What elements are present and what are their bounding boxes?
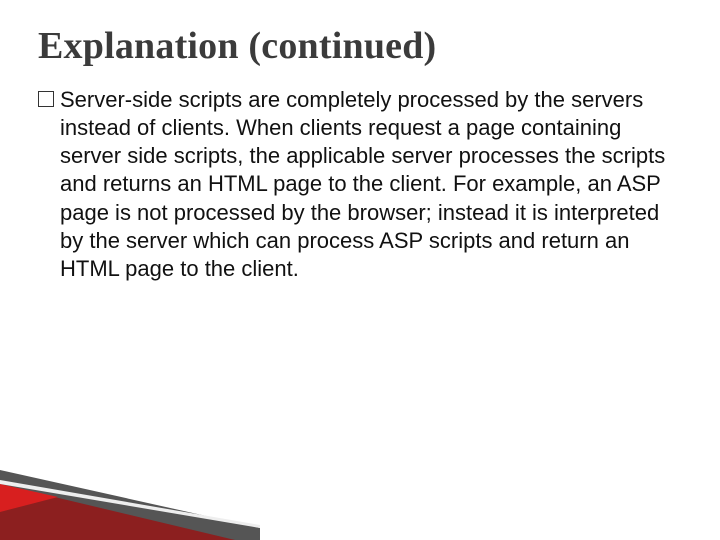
bullet-icon — [38, 91, 54, 107]
slide: Explanation (continued) Server-side scri… — [0, 0, 720, 540]
slide-title: Explanation (continued) — [38, 24, 682, 68]
body-text: Server-side scripts are completely proce… — [60, 87, 665, 281]
slide-body: Server-side scripts are completely proce… — [38, 86, 682, 283]
corner-decoration — [0, 450, 260, 540]
